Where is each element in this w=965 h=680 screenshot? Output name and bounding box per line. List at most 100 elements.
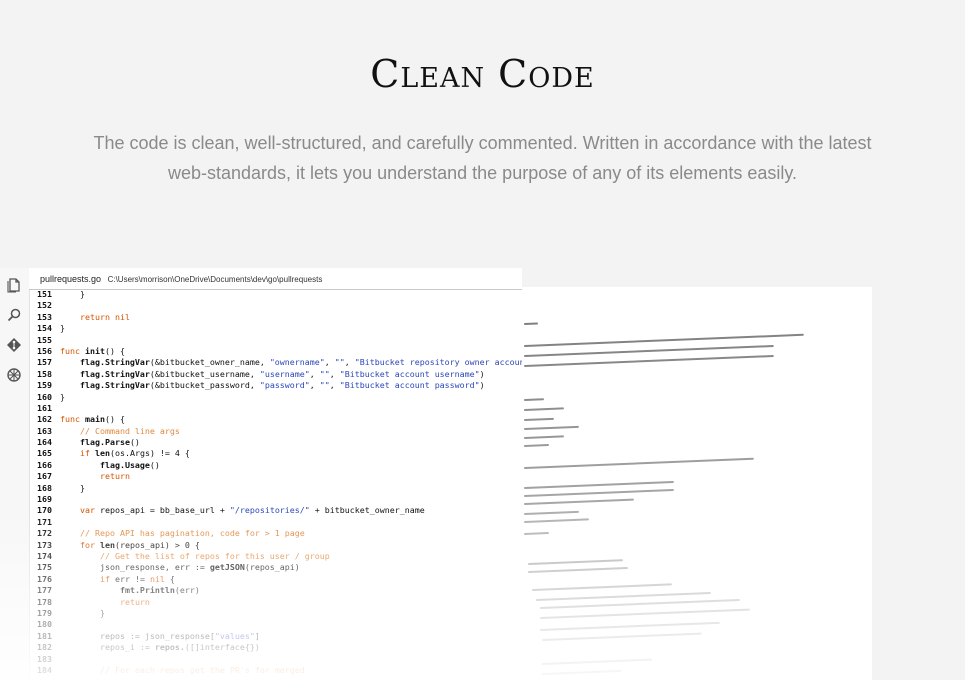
line-number: 183 [37, 653, 52, 664]
code-line: 158 flag.StringVar(&bitbucket_username, … [29, 369, 522, 380]
code-line: 176 if err != nil { [29, 574, 522, 585]
line-number: 154 [37, 323, 52, 334]
code-line: 182 repos_i := repos.([]interface{}) [29, 642, 522, 653]
section-description: The code is clean, well-structured, and … [93, 133, 872, 183]
file-name[interactable]: pullrequests.go [29, 274, 101, 284]
blurred-code-line [523, 417, 555, 421]
code-line: 179 } [29, 608, 522, 619]
code-line: 181 repos := json_response["values"] [29, 631, 522, 642]
editor-tab-bar: pullrequests.go C:\Users\morrison\OneDri… [29, 268, 522, 290]
line-code: flag.StringVar(&bitbucket_password, "pas… [79, 380, 485, 391]
blurred-code-line [523, 443, 550, 447]
code-line: 166 flag.Usage() [29, 460, 522, 471]
code-line: 159 flag.StringVar(&bitbucket_password, … [29, 380, 522, 391]
line-number: 184 [37, 664, 52, 675]
line-code: return nil [79, 311, 130, 322]
line-number: 172 [37, 528, 52, 539]
line-code: // Command line args [79, 425, 180, 436]
line-number: 182 [37, 642, 52, 653]
code-line: 163 // Command line args [29, 426, 522, 437]
line-code: repos_i := repos.([]interface{}) [60, 642, 260, 653]
code-line: 164 flag.Parse() [29, 437, 522, 448]
search-icon[interactable] [6, 307, 22, 323]
blurred-code-line [523, 344, 774, 357]
line-code: } [60, 391, 65, 402]
line-number: 151 [37, 289, 52, 299]
line-number: 166 [37, 459, 52, 470]
line-code: for len(repos_api) > 0 { [79, 539, 200, 550]
code-line: 173 for len(repos_api) > 0 { [29, 540, 522, 551]
line-number: 173 [37, 539, 52, 550]
line-code: // For each repos get the PR's for merge… [99, 664, 305, 675]
code-line: 155 [29, 335, 522, 346]
blurred-code-line [523, 435, 565, 439]
files-icon[interactable] [6, 277, 22, 293]
line-number: 156 [37, 345, 52, 356]
line-number: 155 [37, 334, 52, 345]
code-line: 152 [29, 300, 522, 311]
code-line: 169 [29, 494, 522, 505]
line-number: 169 [37, 494, 52, 505]
line-number: 157 [37, 357, 52, 368]
perspective-code-page [522, 287, 872, 680]
blurred-code-line [523, 398, 545, 401]
line-number: 160 [37, 391, 52, 402]
code-line: 172 // Repo API has pagination, code for… [29, 528, 522, 539]
line-number: 181 [37, 630, 52, 641]
code-line: 162 func main() { [29, 414, 522, 425]
code-line: 160} [29, 392, 522, 403]
line-number: 179 [37, 607, 52, 618]
line-number: 167 [37, 471, 52, 482]
line-number: 161 [37, 402, 52, 413]
line-code: // Repo API has pagination, code for > 1… [79, 528, 305, 539]
code-line: 170 var repos_api = bb_base_url + "/repo… [29, 505, 522, 516]
line-number: 175 [37, 562, 52, 573]
line-number: 152 [37, 300, 52, 311]
code-line: 165 if len(os.Args) != 4 { [29, 448, 522, 459]
code-editor-window: pullrequests.go C:\Users\morrison\OneDri… [0, 268, 522, 680]
line-number: 176 [37, 573, 52, 584]
line-number: 171 [37, 516, 52, 527]
line-number: 174 [37, 550, 52, 561]
line-code: } [60, 323, 65, 334]
blurred-code-line [523, 488, 674, 497]
code-line: 174 // Get the list of repos for this us… [29, 551, 522, 562]
line-code: flag.Parse() [79, 437, 140, 448]
line-number: 177 [37, 585, 52, 596]
line-code: func main() { [60, 414, 125, 425]
line-number: 165 [37, 448, 52, 459]
blurred-code-line [523, 354, 774, 367]
code-line: 180 [29, 619, 522, 630]
line-number: 180 [37, 619, 52, 630]
git-icon[interactable] [6, 337, 22, 353]
code-line: 168 } [29, 483, 522, 494]
line-number: 168 [37, 482, 52, 493]
line-number: 158 [37, 368, 52, 379]
blurred-code-line [523, 322, 539, 325]
line-code: var repos_api = bb_base_url + "/reposito… [79, 505, 425, 516]
line-code: flag.StringVar(&bitbucket_owner_name, "o… [79, 357, 522, 368]
code-line: 184 // For each repos get the PR's for m… [29, 665, 522, 676]
code-line: 157 flag.StringVar(&bitbucket_owner_name… [29, 357, 522, 368]
line-code: } [60, 607, 105, 618]
code-line: 177 fmt.Println(err) [29, 585, 522, 596]
line-code: repos := json_response["values"] [60, 630, 260, 641]
debug-icon[interactable] [6, 367, 22, 383]
line-number: 164 [37, 437, 52, 448]
line-code: func init() { [60, 345, 125, 356]
line-code: } [60, 289, 85, 299]
code-line: 178 return [29, 597, 522, 608]
file-path: C:\Users\morrison\OneDrive\Documents\dev… [107, 275, 323, 284]
code-area: 151 } 152 153 return nil 154} 155 156 func ini… [29, 289, 522, 680]
line-code: if len(os.Args) != 4 { [79, 448, 190, 459]
line-code: fmt.Println(err) [119, 585, 200, 596]
section-title: Clean Code [370, 52, 595, 96]
blurred-code-line [523, 425, 579, 430]
code-line: 167 return [29, 471, 522, 482]
code-line: 151 } [29, 289, 522, 300]
code-line: 175 json_response, err := getJSON(repos_… [29, 562, 522, 573]
line-number: 153 [37, 311, 52, 322]
line-code: return [119, 596, 150, 607]
blurred-code-line [523, 457, 754, 469]
code-line: 154} [29, 323, 522, 334]
